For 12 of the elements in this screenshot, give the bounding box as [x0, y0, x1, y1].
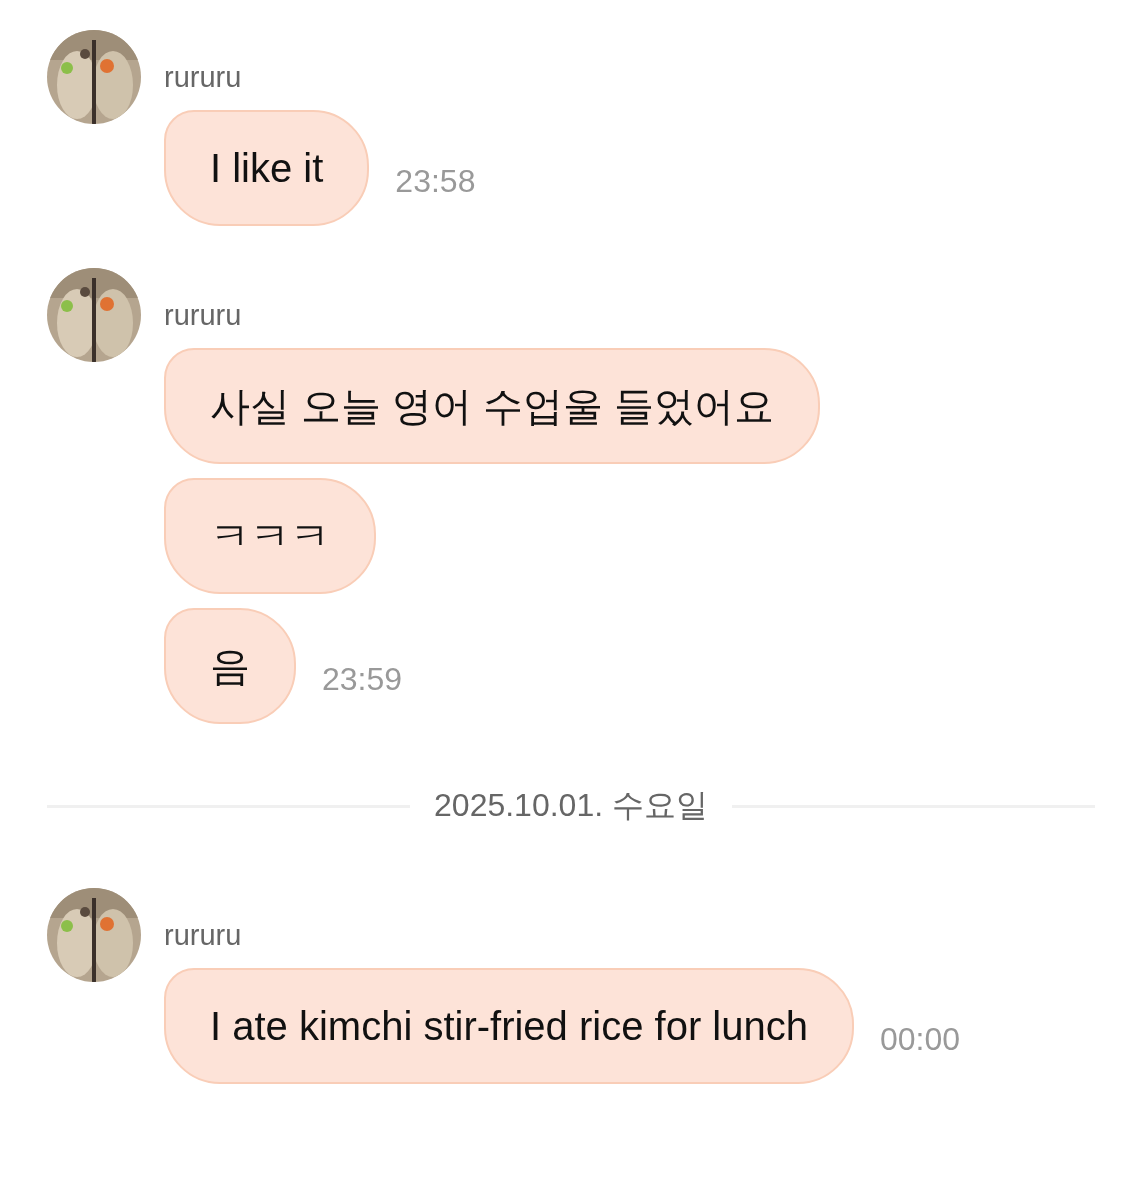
message-bubble: I ate kimchi stir-fried rice for lunch: [164, 968, 854, 1084]
date-separator: 2025.10.01. 수요일: [434, 786, 708, 825]
message-time: 00:00: [879, 1021, 961, 1058]
message-time: 23:58: [395, 163, 476, 200]
message-bubble: I like it: [164, 110, 370, 226]
message-bubble: ㅋㅋㅋ: [164, 478, 376, 594]
sender-name: rururu: [164, 298, 242, 332]
message-time: 23:59: [322, 661, 403, 698]
sender-name: rururu: [164, 918, 242, 952]
message-bubble: 사실 오늘 영어 수업울 들었어요: [164, 348, 821, 464]
message-bubble: 음: [164, 608, 296, 724]
sender-name: rururu: [164, 60, 242, 94]
